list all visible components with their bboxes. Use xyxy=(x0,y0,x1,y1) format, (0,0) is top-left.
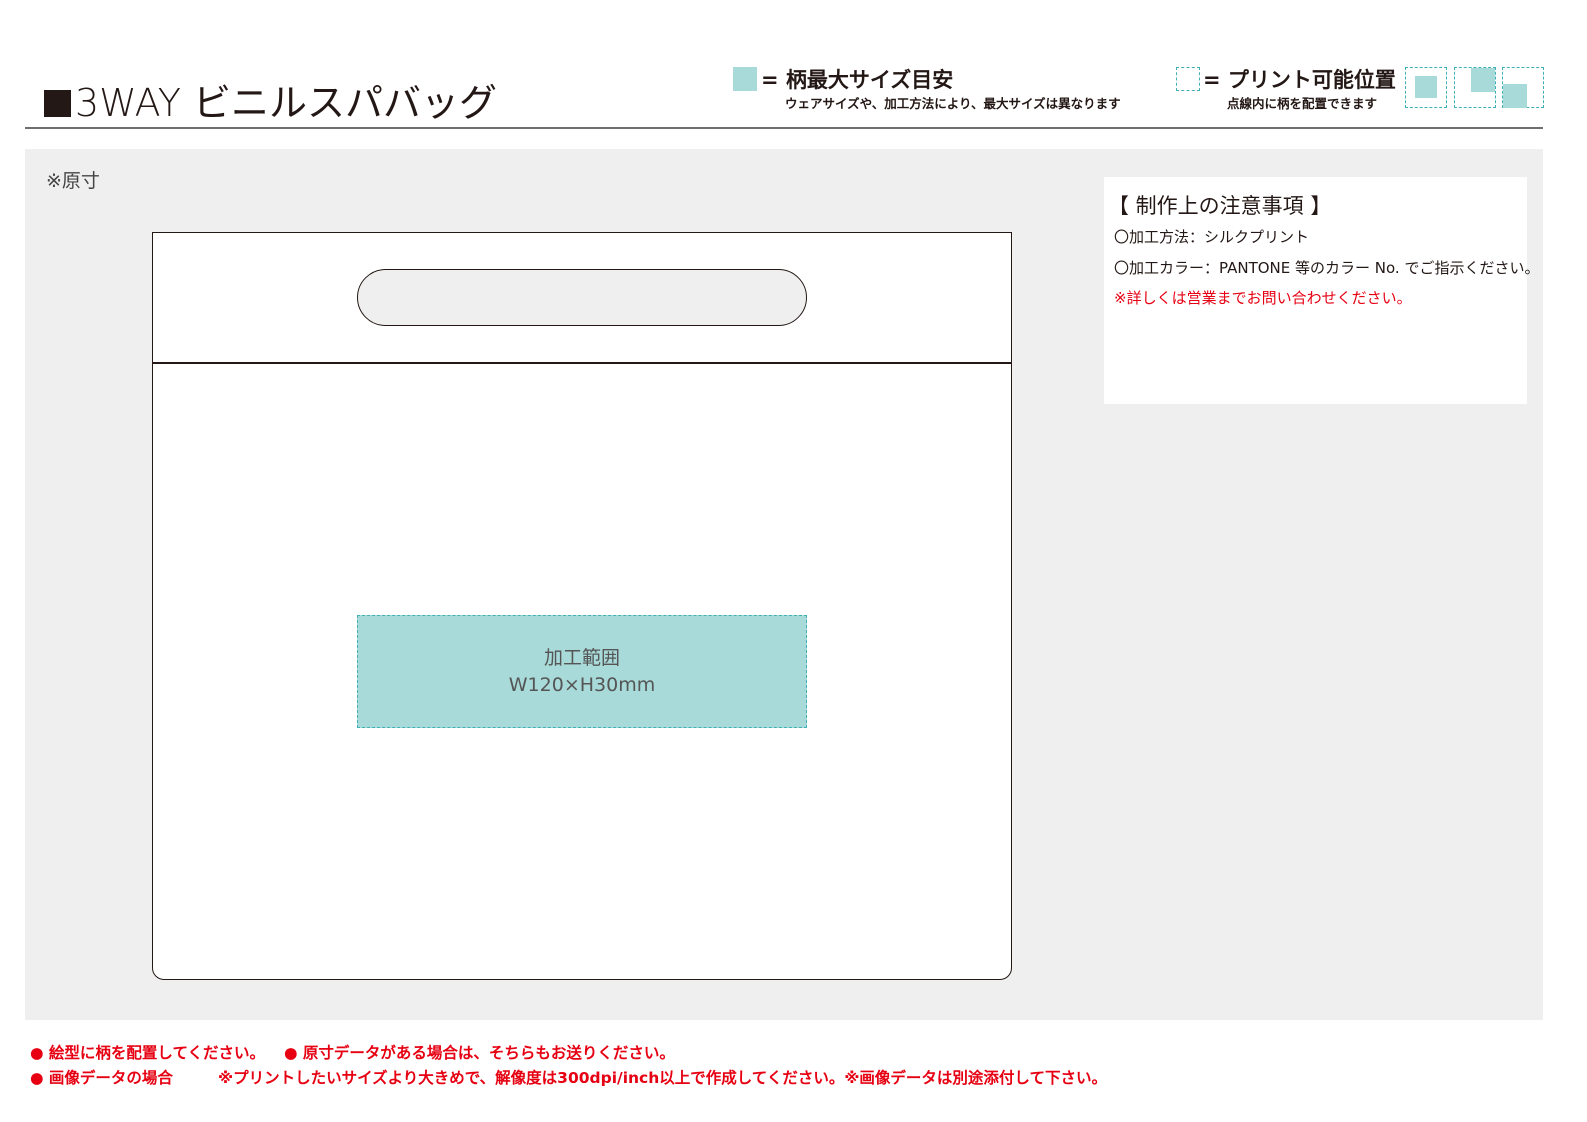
footer-instruction-2b: ※プリントしたいサイズより大きめで、解像度は300dpi/inch以上で作成して… xyxy=(218,1069,1107,1087)
print-area-size: W120×H30mm xyxy=(508,673,656,696)
notes-method: 〇加工方法：シルクプリント xyxy=(1114,228,1310,246)
position-example-center-icon xyxy=(1405,67,1447,108)
notes-color: 〇加工カラー：PANTONE 等のカラー No. でご指示ください。 xyxy=(1114,259,1540,277)
print-area-label: 加工範囲 xyxy=(543,646,620,669)
print-position-dash-icon xyxy=(1176,67,1200,91)
legend-print-position-note: 点線内に柄を配置できます xyxy=(1227,96,1378,111)
position-example-top-right-icon xyxy=(1454,67,1496,108)
legend-max-size-title: = 柄最大サイズ目安 xyxy=(761,68,954,92)
title-square-icon xyxy=(44,90,71,117)
page-title: 3WAY ビニルスパバッグ xyxy=(44,72,497,127)
print-area[interactable]: 加工範囲 W120×H30mm xyxy=(357,615,807,728)
notes-contact: ※詳しくは営業までお問い合わせください。 xyxy=(1114,289,1412,307)
production-notes-title: 【 制作上の注意事項 】 xyxy=(1108,194,1332,218)
footer-instruction-1a: ● 絵型に柄を配置してください。 xyxy=(30,1044,265,1062)
position-example-bottom-right-icon xyxy=(1502,67,1544,108)
bag-handle-cutout xyxy=(357,269,807,326)
header-divider xyxy=(25,127,1543,129)
bag-fold-line xyxy=(153,362,1011,364)
max-size-swatch-icon xyxy=(733,67,757,91)
footer-instruction-1b: ● 原寸データがある場合は、そちらもお送りください。 xyxy=(284,1044,675,1062)
page-title-text: 3WAY ビニルスパバッグ xyxy=(75,81,498,125)
legend-print-position-title: = プリント可能位置 xyxy=(1203,68,1396,92)
footer-instruction-2a: ● 画像データの場合 xyxy=(30,1069,173,1087)
scale-note: ※原寸 xyxy=(46,170,100,192)
legend-max-size-note: ウェアサイズや、加工方法により、最大サイズは異なります xyxy=(785,96,1121,111)
bag-outline xyxy=(152,232,1012,980)
